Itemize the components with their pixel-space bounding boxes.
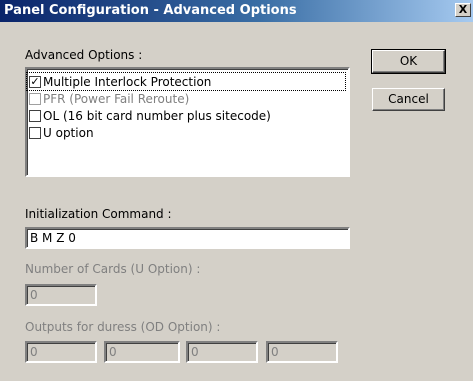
checkbox-icon[interactable] — [29, 109, 41, 122]
duress-output-3: 0 — [186, 341, 258, 363]
duress-output-1: 0 — [25, 341, 97, 363]
option-label: OL (16 bit card number plus sitecode) — [43, 108, 271, 123]
option-ol[interactable]: OL (16 bit card number plus sitecode) — [27, 107, 348, 124]
num-cards-input: 0 — [25, 284, 97, 306]
option-label: PFR (Power Fail Reroute) — [43, 91, 190, 106]
option-pfr: PFR (Power Fail Reroute) — [27, 90, 348, 107]
title-bar: Panel Configuration - Advanced Options X — [0, 0, 473, 22]
advanced-options-label: Advanced Options : — [25, 48, 143, 62]
option-label: U option — [43, 125, 94, 140]
close-icon[interactable]: X — [455, 3, 471, 17]
num-cards-label: Number of Cards (U Option) : — [25, 262, 201, 276]
duress-output-4: 0 — [266, 341, 338, 363]
duress-output-2: 0 — [104, 341, 180, 363]
window-title: Panel Configuration - Advanced Options — [4, 3, 297, 18]
cancel-button[interactable]: Cancel — [372, 88, 445, 111]
checkbox-checked-icon[interactable]: ✓ — [29, 75, 41, 88]
option-multiple-interlock-protection[interactable]: ✓ Multiple Interlock Protection — [26, 72, 346, 91]
init-command-label: Initialization Command : — [25, 207, 172, 221]
ok-button[interactable]: OK — [371, 49, 446, 74]
checkbox-icon[interactable] — [29, 126, 41, 139]
option-label: Multiple Interlock Protection — [43, 74, 212, 89]
advanced-options-list[interactable]: ✓ Multiple Interlock Protection PFR (Pow… — [25, 67, 350, 177]
init-command-input[interactable]: B M Z 0 — [25, 227, 350, 249]
option-u[interactable]: U option — [27, 124, 348, 141]
checkbox-disabled-icon — [29, 92, 41, 105]
duress-label: Outputs for duress (OD Option) : — [25, 320, 221, 334]
